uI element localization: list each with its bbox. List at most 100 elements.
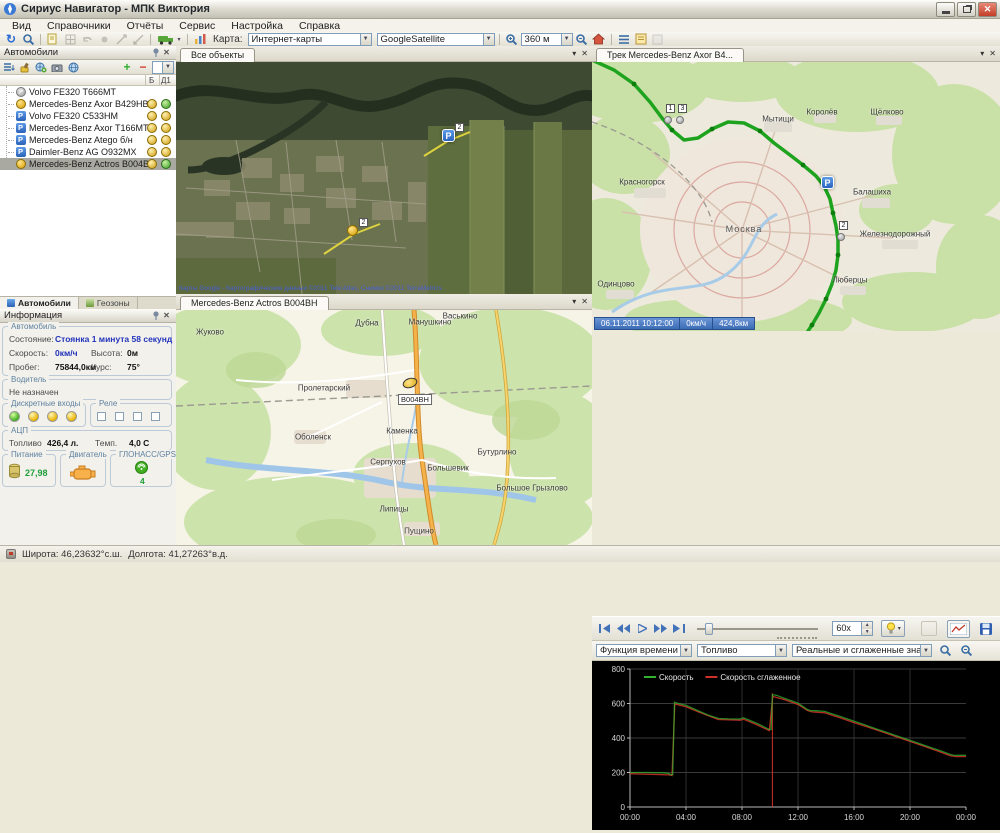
chart-zoom-out-button[interactable] xyxy=(958,644,974,658)
rewind-button[interactable] xyxy=(615,620,634,637)
relay-checkbox-3[interactable] xyxy=(133,412,142,421)
skip-start-button[interactable] xyxy=(596,620,615,637)
tab-close-icon[interactable]: ✕ xyxy=(581,297,588,306)
shrink-button[interactable] xyxy=(130,32,146,46)
spacer-button[interactable] xyxy=(921,621,937,636)
vehicle-row[interactable]: PDaimler-Benz AG О932МХ xyxy=(0,146,176,158)
vehicle-row[interactable]: PVolvo FE320 С533НМ xyxy=(0,110,176,122)
playback-slider[interactable] xyxy=(697,628,819,630)
track-map[interactable]: МытищиКоролёвЩёлковоБалашихаЖелезнодорож… xyxy=(592,62,1000,331)
chevron-down-icon[interactable]: ▼ xyxy=(360,34,371,45)
chevron-down-icon[interactable]: ▼ xyxy=(162,62,173,73)
track-point-pin[interactable] xyxy=(664,116,672,124)
chevron-down-icon[interactable]: ▼ xyxy=(680,645,691,656)
vehicle-row[interactable]: PMercedes-Benz Axor Т166МТ xyxy=(0,122,176,134)
fuel-chart[interactable]: 020040060080000:0004:0008:0012:0016:0020… xyxy=(592,661,1000,830)
chevron-down-icon[interactable]: ▼ xyxy=(561,34,572,45)
restore-button[interactable] xyxy=(957,2,976,17)
relay-checkbox-2[interactable] xyxy=(115,412,124,421)
chart-mode-select[interactable]: Реальные и сглаженные значен▼ xyxy=(792,644,932,657)
sidebar-tab-active[interactable]: Автомобили xyxy=(0,297,79,309)
refresh-button[interactable]: ↻ xyxy=(3,32,19,46)
menu-item-6[interactable]: Справка xyxy=(291,20,348,32)
map-provider-select[interactable]: GoogleSatellite▼ xyxy=(377,33,495,46)
track-point-number[interactable]: 1 xyxy=(666,104,675,113)
snapshot-button[interactable] xyxy=(50,61,64,74)
style-button[interactable] xyxy=(18,61,32,74)
fast-forward-button[interactable] xyxy=(652,620,671,637)
map-marker-vehicle[interactable] xyxy=(347,225,358,236)
show-on-map-button[interactable] xyxy=(34,61,48,74)
pin-icon[interactable] xyxy=(150,311,161,320)
show-chart-button[interactable] xyxy=(947,620,969,638)
sort-button[interactable] xyxy=(2,61,16,74)
menu-item-1[interactable]: Вид xyxy=(4,20,39,32)
chevron-down-icon[interactable]: ▼ xyxy=(920,645,931,656)
slider-handle[interactable] xyxy=(705,623,713,635)
vehicle-menu-button[interactable]: ▾ xyxy=(155,32,183,46)
vehicle-row[interactable]: PMercedes-Benz Atego б/н xyxy=(0,134,176,146)
minimize-button[interactable] xyxy=(936,2,955,17)
spin-down-icon[interactable]: ▼ xyxy=(862,629,872,636)
speed-spinner[interactable]: 60x ▲▼ xyxy=(832,621,873,636)
panel-button[interactable] xyxy=(650,32,666,46)
play-button[interactable] xyxy=(633,620,652,637)
tab-menu-icon[interactable]: ▾ xyxy=(572,49,576,58)
list-button[interactable] xyxy=(616,32,632,46)
pin-icon[interactable] xyxy=(150,48,161,57)
tab-actros-map[interactable]: Mercedes-Benz Actros В004ВН xyxy=(180,296,329,310)
tab-close-icon[interactable]: ✕ xyxy=(989,49,996,58)
menu-item-5[interactable]: Настройка xyxy=(223,20,291,32)
chevron-down-icon[interactable]: ▼ xyxy=(483,34,494,45)
point-button[interactable] xyxy=(96,32,112,46)
map-marker-number[interactable]: 2 xyxy=(359,218,368,227)
map-marker-number[interactable]: 2 xyxy=(455,123,464,132)
menu-item-3[interactable]: Отчёты xyxy=(119,20,172,32)
track-point-number[interactable]: 3 xyxy=(678,104,687,113)
menu-item-4[interactable]: Сервис xyxy=(171,20,223,32)
zoom-level-select[interactable]: 360 м▼ xyxy=(521,33,573,46)
track-point-pin[interactable] xyxy=(676,116,684,124)
menu-item-2[interactable]: Справочники xyxy=(39,20,119,32)
tab-track[interactable]: Трек Mercedes-Benz Axor В4... xyxy=(596,48,744,62)
relay-checkbox-1[interactable] xyxy=(97,412,106,421)
map-marker-parking[interactable]: P xyxy=(442,129,455,142)
chart-zoom-in-button[interactable] xyxy=(937,644,953,658)
track-point-number[interactable]: 2 xyxy=(839,221,848,230)
title-bar[interactable]: Сириус Навигатор - МПК Виктория ✕ xyxy=(0,0,1000,19)
globe-button[interactable] xyxy=(66,61,80,74)
tab-all-objects[interactable]: Все объекты xyxy=(180,48,255,62)
remove-vehicle-button[interactable]: − xyxy=(136,61,150,74)
add-vehicle-button[interactable]: + xyxy=(120,61,134,74)
zoom-out-button[interactable] xyxy=(574,32,590,46)
tab-close-icon[interactable]: ✕ xyxy=(581,49,588,58)
undo-button[interactable] xyxy=(79,32,95,46)
vehicle-position-marker[interactable] xyxy=(401,376,418,390)
sidebar-tab-inactive[interactable]: Геозоны xyxy=(79,297,138,309)
chart-parameter-select[interactable]: Топливо▼ xyxy=(697,644,787,657)
save-button[interactable] xyxy=(976,620,996,638)
tab-menu-icon[interactable]: ▾ xyxy=(572,297,576,306)
vehicle-row[interactable]: ↗Volvo FE320 Т666МТ xyxy=(0,86,176,98)
vehicle-row[interactable]: Mercedes-Benz Actros В004ВН xyxy=(0,158,176,170)
satellite-map[interactable]: P22 Карты Google - Картографические данн… xyxy=(176,62,592,294)
close-icon[interactable]: ✕ xyxy=(161,311,172,320)
chart-button[interactable] xyxy=(192,32,208,46)
grid-button[interactable] xyxy=(62,32,78,46)
edit-button[interactable] xyxy=(45,32,61,46)
track-point-pin[interactable] xyxy=(837,233,845,241)
view-mode-select[interactable]: ▼ xyxy=(152,61,174,74)
map-type-select[interactable]: Интернет-карты▼ xyxy=(248,33,372,46)
vehicle-plate-label[interactable]: В004ВН xyxy=(398,394,432,405)
expand-button[interactable] xyxy=(113,32,129,46)
road-map[interactable]: ДубнаМанушкиноВаськиноЖуковоПролетарский… xyxy=(176,310,592,545)
tab-menu-icon[interactable]: ▾ xyxy=(980,49,984,58)
close-button[interactable]: ✕ xyxy=(978,2,997,17)
search-button[interactable] xyxy=(20,32,36,46)
chart-function-select[interactable]: Функция времени▼ xyxy=(596,644,692,657)
vehicle-row[interactable]: Mercedes-Benz Axor В429НВ xyxy=(0,98,176,110)
close-icon[interactable]: ✕ xyxy=(161,48,172,57)
zoom-in-button[interactable] xyxy=(504,32,520,46)
home-button[interactable] xyxy=(591,32,607,46)
relay-checkbox-4[interactable] xyxy=(151,412,160,421)
